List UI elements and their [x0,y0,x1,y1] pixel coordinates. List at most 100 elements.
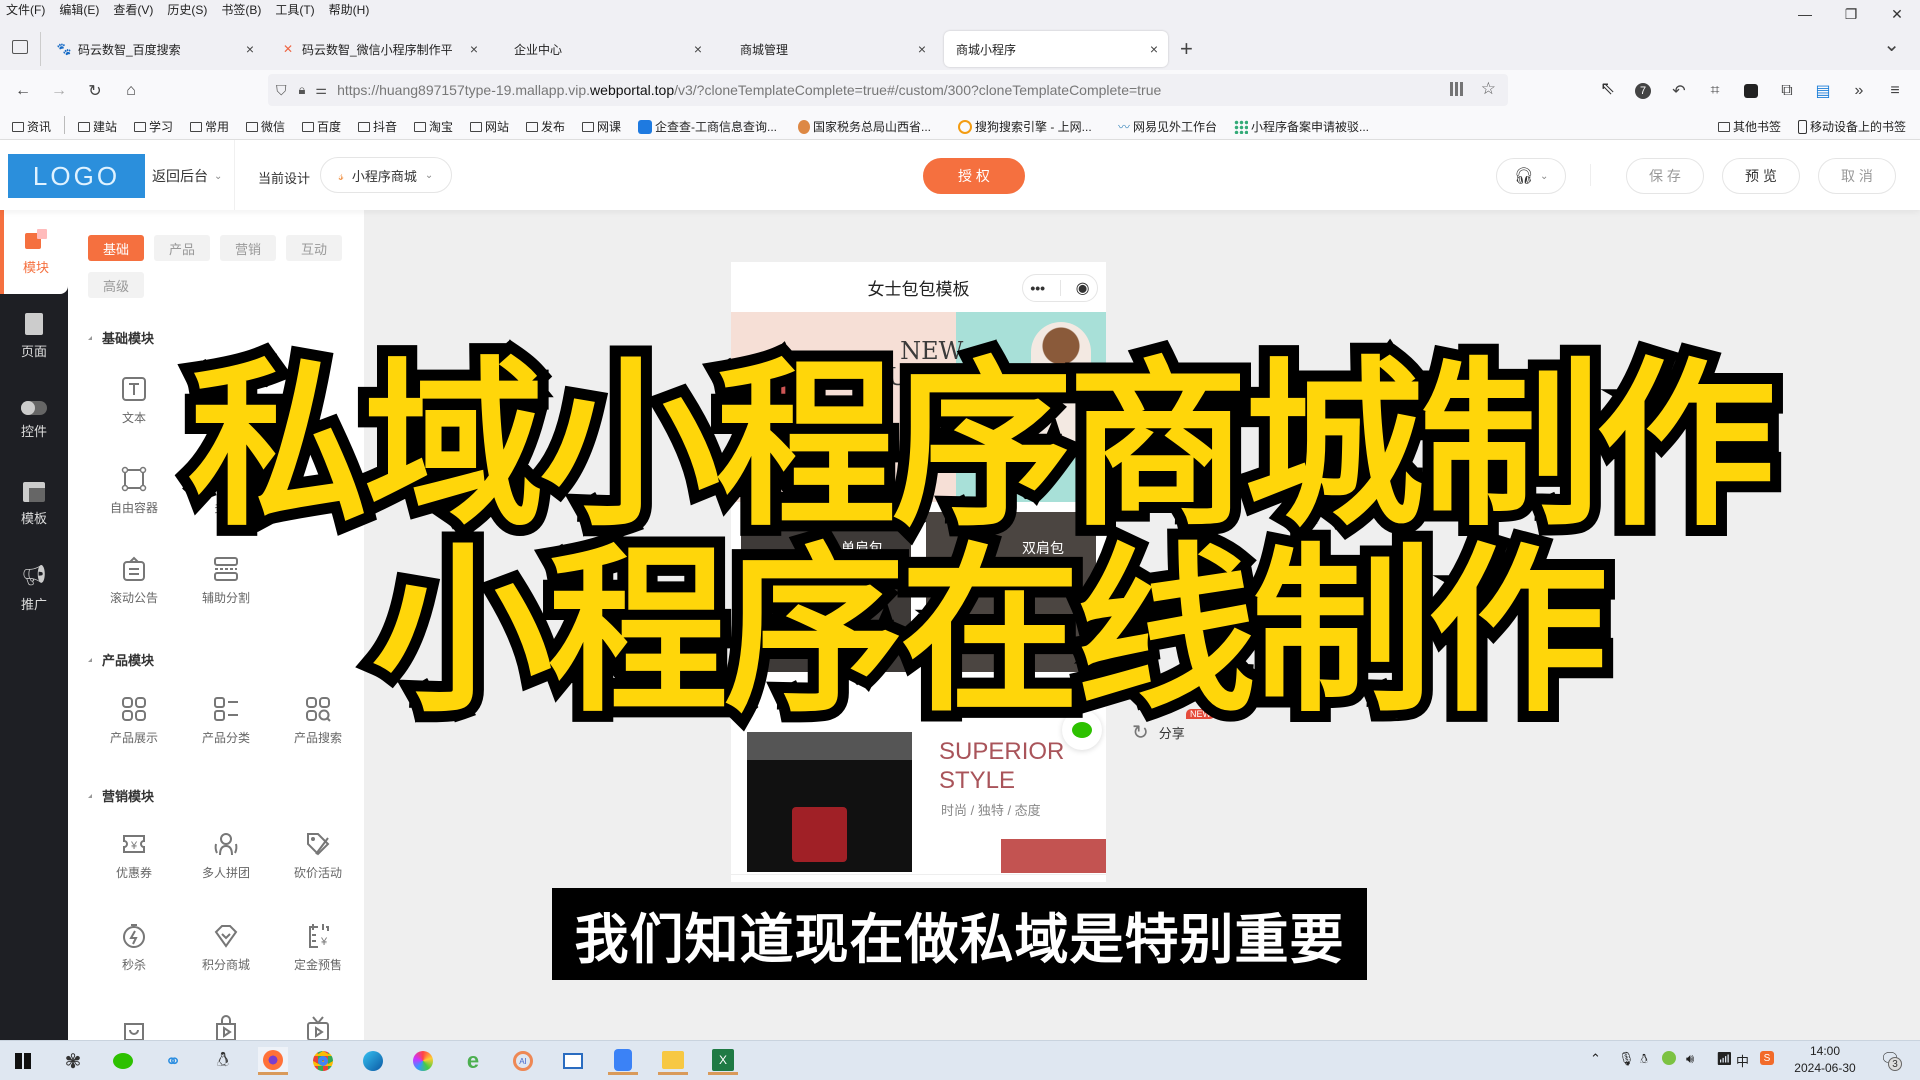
close-tab-icon[interactable]: × [1150,41,1158,57]
section-marketing-modules[interactable]: 营销模块 [88,786,154,805]
clock[interactable]: 14:00 2024-06-30 [1790,1043,1860,1077]
site-permissions-icon[interactable]: ⚌ [315,82,327,98]
overflow-chevrons-icon[interactable]: » [1846,78,1872,104]
bookmark-mobile[interactable]: 移动设备上的书签 [1798,118,1906,135]
home-icon[interactable]: ⌂ [118,78,144,104]
bookmark-folder[interactable]: 百度 [302,118,341,135]
module-product-search[interactable]: 产品搜索 [278,695,358,765]
panel-tab-marketing[interactable]: 营销 [220,235,276,261]
file-explorer-icon[interactable] [658,1047,688,1075]
qr-code-icon[interactable] [1450,82,1464,96]
new-tab-button[interactable]: + [1180,36,1193,62]
tab-baidu-search[interactable]: 🐾 码云数智_百度搜索 × [44,31,264,67]
menu-edit[interactable]: 编辑(E) [59,1,99,18]
tab-list-chevron-icon[interactable]: ⌄ [1883,32,1900,57]
bookmark-folder[interactable]: 建站 [78,118,117,135]
app-icon[interactable]: ✾ [58,1047,88,1075]
bookmark-folder[interactable]: 学习 [134,118,173,135]
chrome-icon[interactable] [308,1047,338,1075]
tab-overview-icon[interactable] [12,40,28,54]
panel-tab-basic[interactable]: 基础 [88,235,144,261]
colorful-browser-icon[interactable] [408,1047,438,1075]
microphone-icon[interactable]: 🎙︎ [1618,1051,1635,1067]
rail-item-promotion[interactable]: 📢︎ 推广 [0,546,68,630]
ime-indicator[interactable]: 中 [1736,1051,1749,1070]
tab-mall-management[interactable]: 商城管理 × [716,31,936,67]
notepad-icon[interactable] [558,1047,588,1075]
extension-badge-icon[interactable]: 7 [1630,78,1656,104]
bookmark-folder[interactable]: 抖音 [358,118,397,135]
tab-mall-miniprogram[interactable]: 商城小程序 × [944,31,1168,67]
reload-icon[interactable]: ↻ [82,78,108,104]
save-button[interactable]: 保 存 [1626,158,1704,194]
rail-item-modules[interactable]: 模块 [0,210,68,294]
wechat-icon[interactable] [108,1047,138,1075]
module-shopping-bag[interactable] [94,1014,174,1040]
menu-tools[interactable]: 工具(T) [275,1,314,18]
support-dropdown[interactable]: 🎧︎ ⌄ [1496,158,1566,194]
feishu-icon[interactable] [608,1047,638,1075]
bookmark-folder[interactable]: 发布 [526,118,565,135]
module-free-container[interactable]: 自由容器 [94,465,174,535]
close-window-button[interactable]: ✕ [1874,0,1920,28]
menu-history[interactable]: 历史(S) [167,1,207,18]
excel-icon[interactable]: X [708,1047,738,1075]
module-flash-sale[interactable]: 秒杀 [94,922,174,992]
cancel-button[interactable]: 取 消 [1818,158,1896,194]
tab-enterprise-center[interactable]: 企业中心 × [492,31,712,67]
search-doc-extension-icon[interactable]: ▤ [1810,78,1836,104]
bookmark-folder[interactable]: 淘宝 [414,118,453,135]
ghost-extension-icon[interactable] [1738,78,1764,104]
bookmark-other[interactable]: 其他书签 [1718,118,1781,135]
bookmark-folder[interactable]: 常用 [190,118,229,135]
module-text[interactable]: 文本 [94,375,174,445]
module-bargain[interactable]: 砍价活动 [278,830,358,900]
volume-icon[interactable]: 🔊︎ [1686,1051,1694,1067]
bookmark-folder[interactable]: 资讯 [12,118,51,135]
close-tab-icon[interactable]: × [470,41,478,57]
crop-icon[interactable]: ⌗ [1702,78,1728,104]
close-tab-icon[interactable]: × [694,41,702,57]
forward-arrow-icon[interactable]: → [46,78,72,104]
tray-expand-icon[interactable]: ⌃ [1590,1051,1601,1067]
firefox-icon[interactable] [258,1047,288,1075]
target-circle-icon[interactable]: ◉ [1076,278,1090,298]
module-video-bag[interactable] [186,1014,266,1040]
hamburger-menu-icon[interactable]: ≡ [1882,78,1908,104]
edge-icon[interactable] [358,1047,388,1075]
module-live-tv[interactable] [278,1014,358,1040]
module-divider[interactable]: 辅助分割 [186,555,266,625]
windows-start-icon[interactable] [8,1047,38,1075]
back-arrow-icon[interactable]: ← [10,78,36,104]
more-dots-icon[interactable]: ••• [1030,280,1045,296]
network-wifi-icon[interactable]: 📶︎ [1716,1051,1733,1067]
menu-view[interactable]: 查看(V) [113,1,153,18]
notification-center-button[interactable]: 🗨︎ 3 [1880,1049,1902,1071]
rail-item-templates[interactable]: 模板 [0,462,68,546]
restore-button[interactable]: ❐ [1828,0,1874,28]
undo-arrow-icon[interactable]: ↶ [1666,78,1692,104]
bookmark-tax-bureau[interactable]: 国家税务总局山西省... [798,118,931,135]
design-select[interactable]: 𝓈 小程序商城 ⌄ [320,157,452,193]
minimize-button[interactable]: — [1782,0,1828,28]
bookmark-folder[interactable]: 微信 [246,118,285,135]
baidu-netdisk-icon[interactable]: ⚭ [158,1047,188,1075]
module-product-category[interactable]: 产品分类 [186,695,266,765]
menu-help[interactable]: 帮助(H) [329,1,370,18]
logo[interactable]: LOGO [8,154,145,198]
address-bar[interactable]: ⛉ 🔒︎ ⚌ https://huang897157type-19.mallap… [268,74,1508,106]
authorize-button[interactable]: 授 权 [923,158,1025,194]
tab-wechat-platform[interactable]: ✕ 码云数智_微信小程序制作平台 × [268,31,488,67]
bookmark-folder[interactable]: 网站 [470,118,509,135]
rail-item-pages[interactable]: 页面 [0,294,68,378]
bookmark-netease[interactable]: 〰网易见外工作台 [1118,118,1217,135]
module-scroll-notice[interactable]: 滚动公告 [94,555,174,625]
sogou-ime-icon[interactable]: S [1760,1051,1774,1065]
ai-icon[interactable]: AI [508,1047,538,1075]
panel-tab-interaction[interactable]: 互动 [286,235,342,261]
panel-tab-advanced[interactable]: 高级 [88,272,144,298]
ie-browser-icon[interactable]: e [458,1047,488,1075]
preview-button[interactable]: 预 览 [1722,158,1800,194]
bookmark-qichacha[interactable]: 企查查-工商信息查询... [638,118,777,135]
module-product-display[interactable]: 产品展示 [94,695,174,765]
